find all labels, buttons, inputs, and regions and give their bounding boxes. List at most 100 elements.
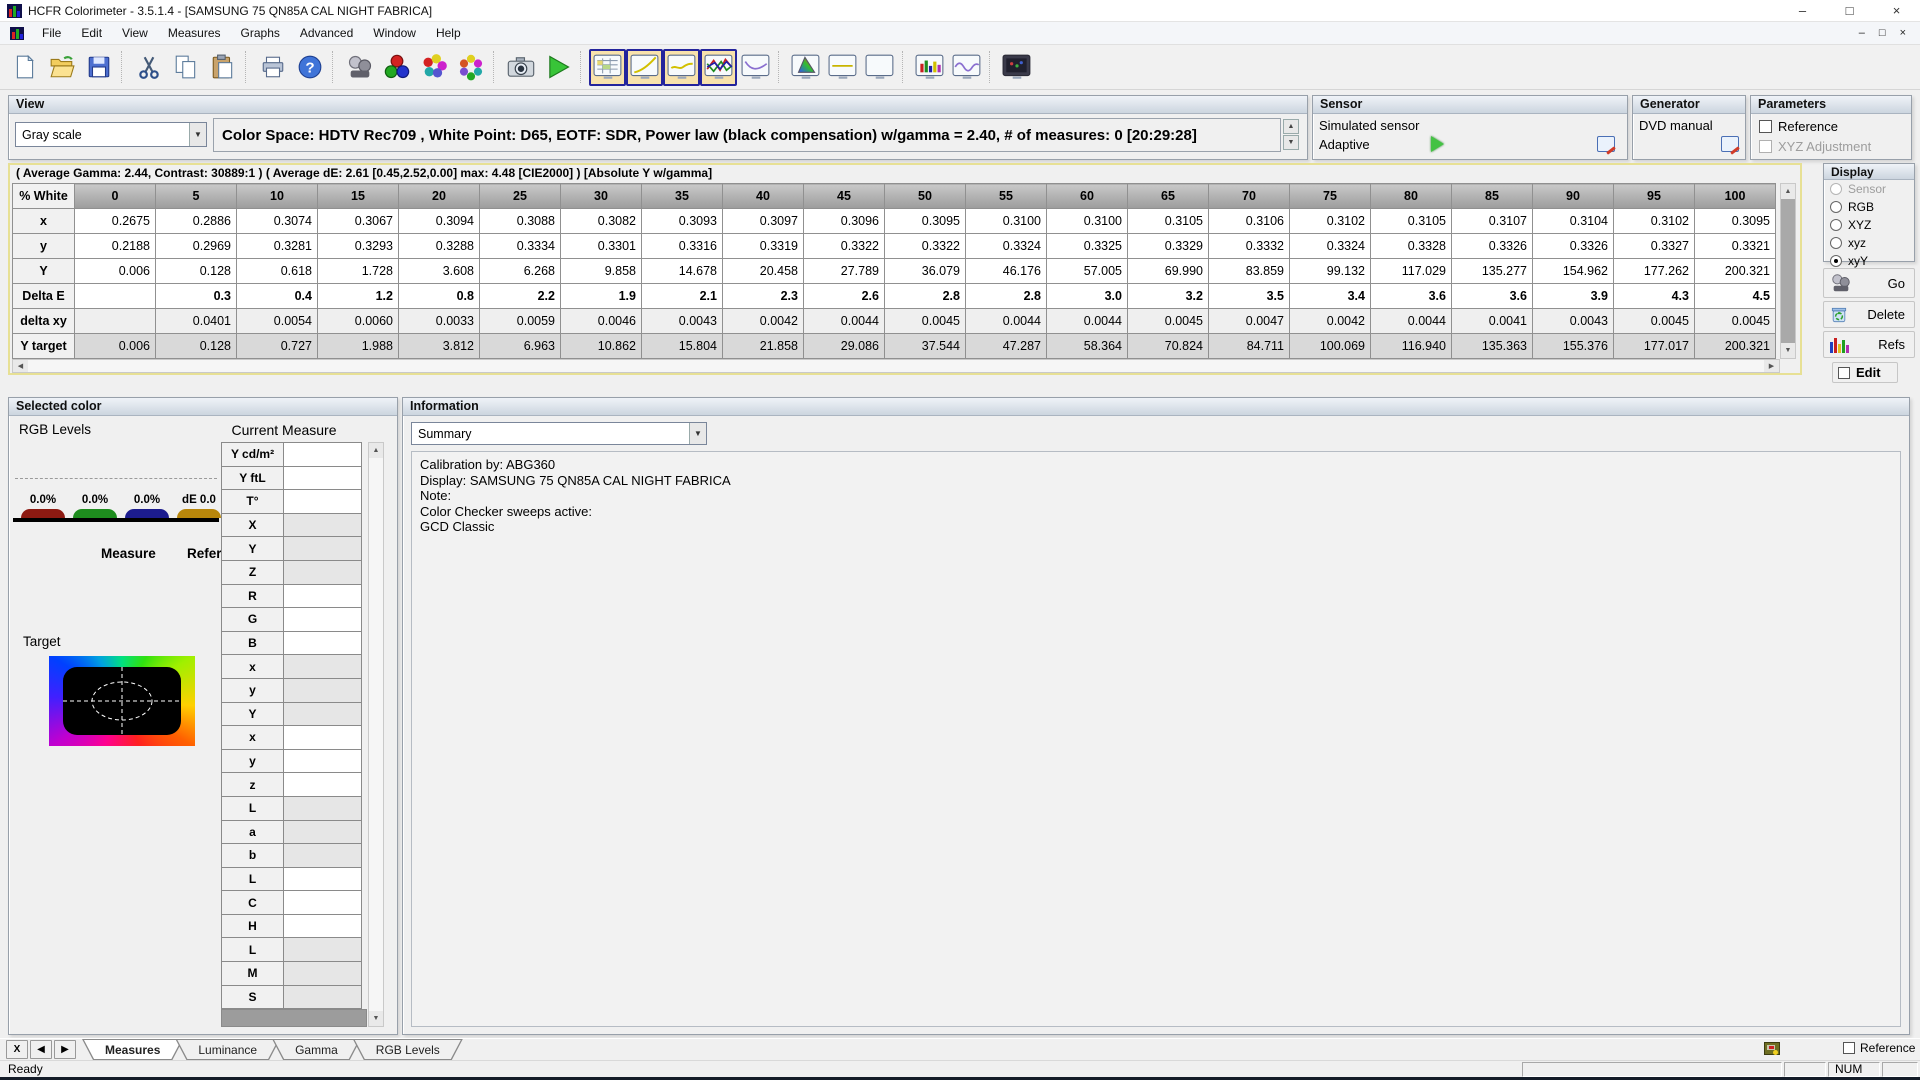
measure-cell[interactable]: 1.2 <box>317 283 399 309</box>
display-option-RGB[interactable]: RGB <box>1824 198 1914 216</box>
column-header[interactable]: 80 <box>1370 183 1452 209</box>
paste-button[interactable] <box>204 49 241 86</box>
menu-help[interactable]: Help <box>426 23 471 43</box>
view-rgb-levels-graph-button[interactable] <box>700 48 737 86</box>
chevron-down-icon[interactable]: ▼ <box>189 123 206 146</box>
measure-cell[interactable]: 57.005 <box>1046 258 1128 284</box>
measure-cell[interactable]: 20.458 <box>722 258 804 284</box>
measure-cell[interactable]: 27.789 <box>803 258 885 284</box>
column-header[interactable]: 20 <box>398 183 480 209</box>
measure-cell[interactable]: 29.086 <box>803 333 885 359</box>
measure-cell[interactable]: 70.824 <box>1127 333 1209 359</box>
measure-cell[interactable]: 1.9 <box>560 283 642 309</box>
measure-cell[interactable]: 46.176 <box>965 258 1047 284</box>
measures-vscrollbar[interactable]: ▲ ▼ <box>1780 183 1796 359</box>
measure-cell[interactable]: 135.363 <box>1451 333 1533 359</box>
measure-cell[interactable]: 3.812 <box>398 333 480 359</box>
measure-cell[interactable]: 0.3334 <box>479 233 561 259</box>
column-header[interactable]: 70 <box>1208 183 1290 209</box>
edit-button[interactable]: Edit <box>1832 362 1898 383</box>
view-free-monitor-button[interactable] <box>998 49 1035 86</box>
scroll-right-icon[interactable]: ▶ <box>1764 360 1779 372</box>
measure-cell[interactable]: 0.3293 <box>317 233 399 259</box>
copy-button[interactable] <box>167 49 204 86</box>
delete-button[interactable]: Delete <box>1823 301 1915 328</box>
display-option-XYZ[interactable]: XYZ <box>1824 216 1914 234</box>
column-header[interactable]: 40 <box>722 183 804 209</box>
column-header[interactable]: 25 <box>479 183 561 209</box>
scroll-down-icon[interactable]: ▼ <box>1781 343 1795 358</box>
column-header[interactable]: 45 <box>803 183 885 209</box>
tab-prev-icon[interactable]: ◀ <box>30 1040 52 1059</box>
measure-cell[interactable]: 0.3107 <box>1451 208 1533 234</box>
measure-cell[interactable]: 154.962 <box>1532 258 1614 284</box>
measure-cell[interactable]: 0.0042 <box>1289 308 1371 334</box>
new-document-button[interactable] <box>6 49 43 86</box>
measure-cell[interactable]: 177.017 <box>1613 333 1695 359</box>
menu-edit[interactable]: Edit <box>71 23 112 43</box>
measure-cell[interactable]: 0.0033 <box>398 308 480 334</box>
save-file-button[interactable] <box>80 49 117 86</box>
spinner-up-icon[interactable]: ▲ <box>1283 119 1299 134</box>
view-cie-chart-button[interactable] <box>787 49 824 86</box>
measure-cell[interactable]: 2.2 <box>479 283 561 309</box>
measure-cell[interactable]: 0.0044 <box>1370 308 1452 334</box>
column-header[interactable]: 90 <box>1532 183 1614 209</box>
column-header[interactable]: 95 <box>1613 183 1695 209</box>
generator-config-icon[interactable] <box>1721 136 1739 152</box>
measure-cell[interactable]: 0.3281 <box>236 233 318 259</box>
measure-cell[interactable]: 3.0 <box>1046 283 1128 309</box>
column-header[interactable]: 0 <box>74 183 156 209</box>
measure-cell[interactable]: 0.0060 <box>317 308 399 334</box>
measure-cell[interactable]: 6.268 <box>479 258 561 284</box>
measure-cell[interactable]: 0.3326 <box>1451 233 1533 259</box>
measure-cell[interactable]: 1.728 <box>317 258 399 284</box>
chevron-down-icon[interactable]: ▼ <box>689 423 706 444</box>
menu-view[interactable]: View <box>112 23 158 43</box>
sensor-config-icon[interactable] <box>1597 136 1615 152</box>
measure-cell[interactable]: 100.069 <box>1289 333 1371 359</box>
column-header[interactable]: 60 <box>1046 183 1128 209</box>
scroll-up-icon[interactable]: ▲ <box>1781 184 1795 199</box>
mdi-restore-button[interactable]: □ <box>1879 27 1886 39</box>
menu-file[interactable]: File <box>32 23 71 43</box>
measure-cell[interactable]: 0.3301 <box>560 233 642 259</box>
measure-cell[interactable]: 0.3322 <box>803 233 885 259</box>
measure-cell[interactable]: 0.3324 <box>965 233 1047 259</box>
measure-cell[interactable]: 3.2 <box>1127 283 1209 309</box>
spinner-down-icon[interactable]: ▼ <box>1283 135 1299 150</box>
column-header[interactable]: 30 <box>560 183 642 209</box>
measure-cell[interactable]: 2.1 <box>641 283 723 309</box>
column-header[interactable]: 100 <box>1694 183 1776 209</box>
tab-measures[interactable]: Measures <box>82 1039 183 1060</box>
scroll-left-icon[interactable]: ◀ <box>13 360 28 372</box>
mdi-minimize-button[interactable]: – <box>1859 27 1865 39</box>
column-header[interactable]: 50 <box>884 183 966 209</box>
print-button[interactable] <box>254 49 291 86</box>
measure-cell[interactable]: 0.618 <box>236 258 318 284</box>
measure-cell[interactable]: 6.963 <box>479 333 561 359</box>
menu-advanced[interactable]: Advanced <box>290 23 363 43</box>
measure-cell[interactable]: 0.3332 <box>1208 233 1290 259</box>
measure-cell[interactable]: 14.678 <box>641 258 723 284</box>
measure-cell[interactable]: 0.3082 <box>560 208 642 234</box>
menu-measures[interactable]: Measures <box>158 23 231 43</box>
measure-cell[interactable]: 0.3324 <box>1289 233 1371 259</box>
measure-cell[interactable]: 0.3328 <box>1370 233 1452 259</box>
help-button[interactable]: ? <box>291 49 328 86</box>
measure-cell[interactable]: 1.988 <box>317 333 399 359</box>
snapshot-button[interactable] <box>502 49 539 86</box>
measure-cell[interactable]: 155.376 <box>1532 333 1614 359</box>
measure-cell[interactable]: 3.6 <box>1451 283 1533 309</box>
view-color-temp-button[interactable] <box>824 49 861 86</box>
tab-rgb-levels[interactable]: RGB Levels <box>353 1039 463 1060</box>
measure-cell[interactable]: 0.0045 <box>1613 308 1695 334</box>
measure-cell[interactable]: 0.0046 <box>560 308 642 334</box>
view-mode-select[interactable]: Gray scale ▼ <box>15 122 207 147</box>
display-option-xyz[interactable]: xyz <box>1824 234 1914 252</box>
measure-cell[interactable]: 3.9 <box>1532 283 1614 309</box>
measure-cell[interactable]: 0.2675 <box>74 208 156 234</box>
free-measure-button[interactable] <box>341 49 378 86</box>
measure-cell[interactable]: 0.3094 <box>398 208 480 234</box>
measure-cell[interactable]: 0.3104 <box>1532 208 1614 234</box>
